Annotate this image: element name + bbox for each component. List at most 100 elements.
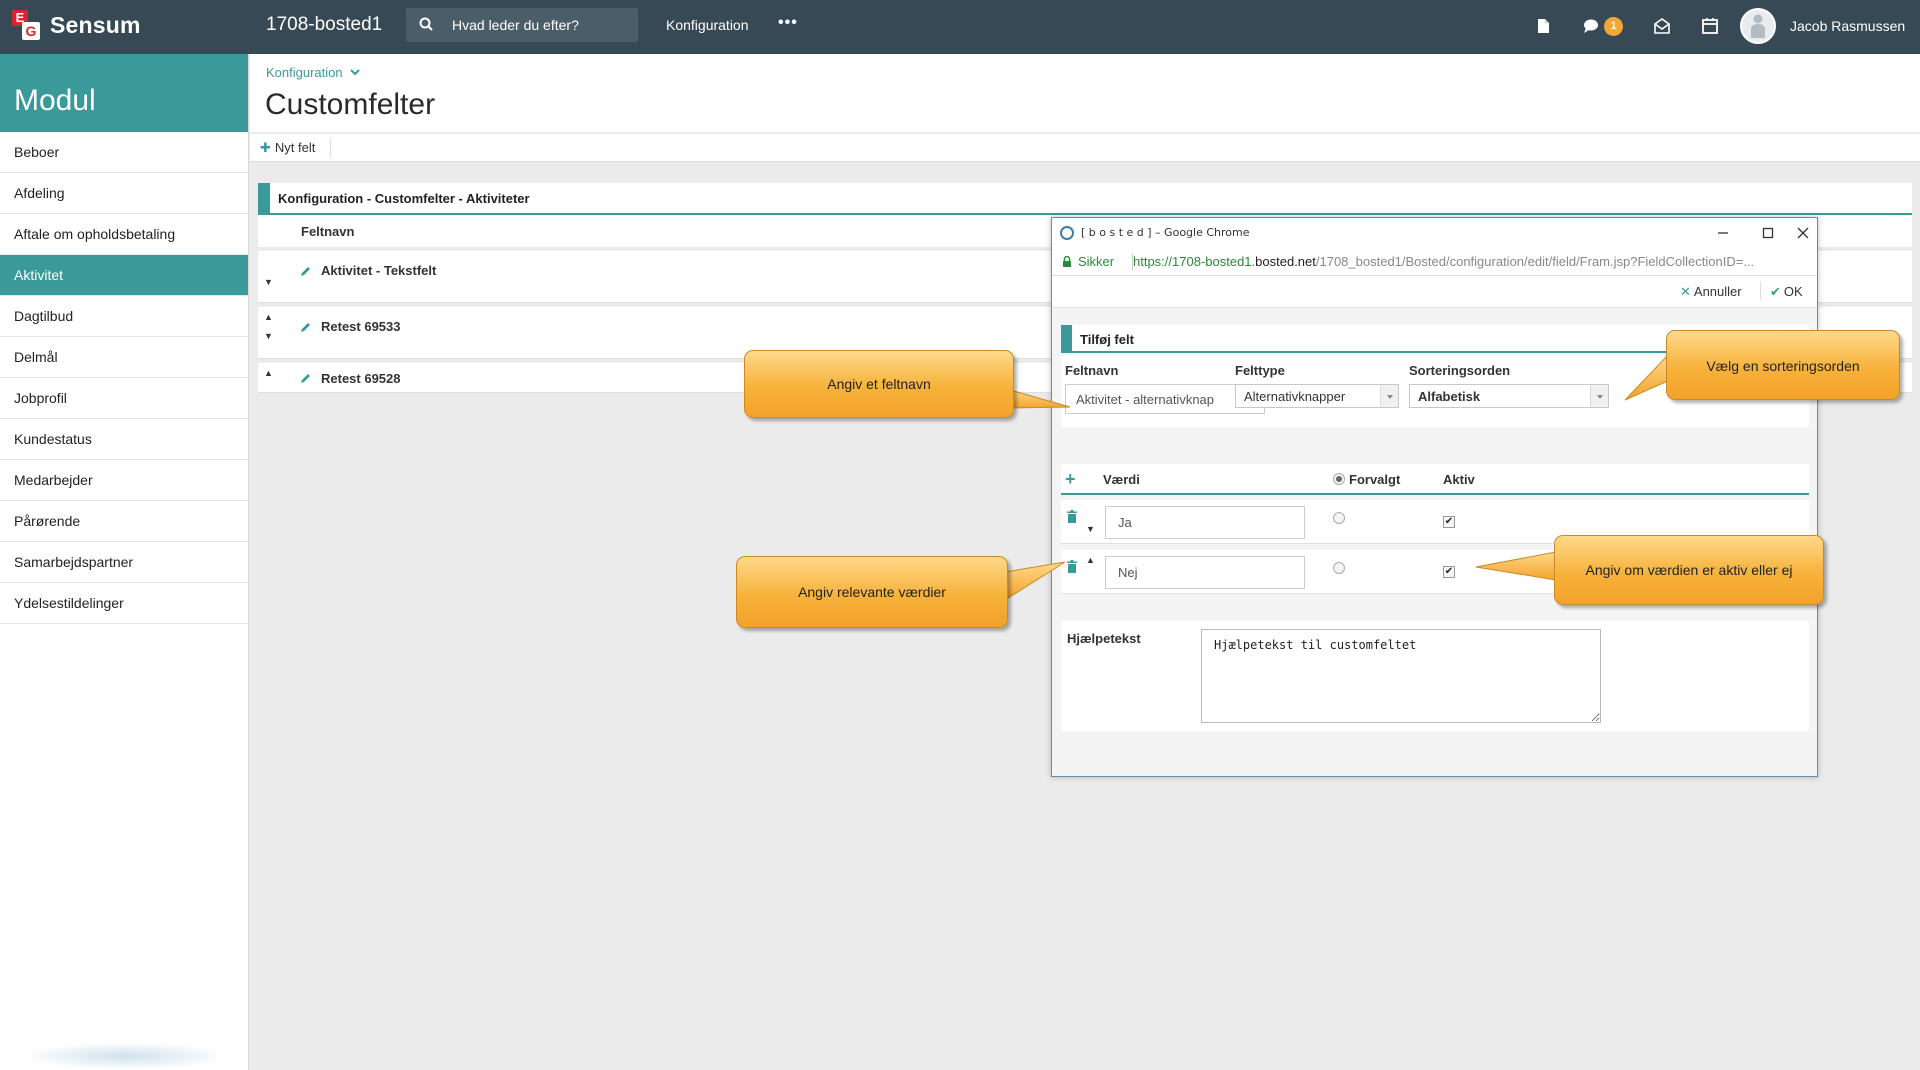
minimize-icon[interactable] xyxy=(1712,222,1734,244)
page-title: Customfelter xyxy=(265,88,436,121)
sidebar-item-delmaal[interactable]: Delmål xyxy=(0,337,248,378)
sidebar-item-dagtilbud[interactable]: Dagtilbud xyxy=(0,296,248,337)
sidebar-item-afdeling[interactable]: Afdeling xyxy=(0,173,248,214)
sidebar-item-kundestatus[interactable]: Kundestatus xyxy=(0,419,248,460)
trash-icon[interactable] xyxy=(1066,510,1078,523)
user-avatar[interactable] xyxy=(1740,8,1776,44)
label-hjaelpetekst: Hjælpetekst xyxy=(1067,631,1141,646)
panel-title: Konfiguration - Customfelter - Aktivitet… xyxy=(258,183,1912,215)
breadcrumb[interactable]: Konfiguration xyxy=(266,65,360,80)
sidebar-item-aktivitet[interactable]: Aktivitet xyxy=(0,255,248,296)
active-checkbox[interactable]: ✔ xyxy=(1443,566,1455,578)
callout-aktiv-text: Angiv om værdien er aktiv eller ej xyxy=(1585,562,1793,578)
breadcrumb-label: Konfiguration xyxy=(266,65,343,80)
callout-vaerdier: Angiv relevante værdier xyxy=(736,556,1008,628)
action-divider xyxy=(1760,282,1761,300)
value-input[interactable] xyxy=(1105,506,1305,539)
mail-icon[interactable] xyxy=(1651,15,1673,37)
page-header: Konfiguration Customfelter xyxy=(250,54,1920,132)
sortering-select[interactable]: Alfabetisk xyxy=(1409,384,1609,408)
sidebar-glow xyxy=(20,1042,230,1070)
popup-actions: ✕ Annuller ✔ OK xyxy=(1052,276,1817,308)
move-up-icon[interactable]: ▲ xyxy=(1086,555,1095,565)
row-label[interactable]: Aktivitet - Tekstfelt xyxy=(321,263,436,278)
sidebar: Modul Beboer Afdeling Aftale om opholdsb… xyxy=(0,54,249,1070)
callout-feltnavn-text: Angiv et feltnavn xyxy=(827,376,931,392)
nav-configuration[interactable]: Konfiguration xyxy=(666,17,749,33)
active-checkbox[interactable]: ✔ xyxy=(1443,516,1455,528)
pencil-icon[interactable] xyxy=(300,265,312,277)
ok-label: OK xyxy=(1783,284,1803,299)
logo[interactable]: E G Sensum xyxy=(12,10,141,40)
sidebar-item-jobprofil[interactable]: Jobprofil xyxy=(0,378,248,419)
callout-sortering-text: Vælg en sorteringsorden xyxy=(1706,358,1860,374)
row-label[interactable]: Retest 69528 xyxy=(321,371,401,386)
browser-popup: [ b o s t e d ] – Google Chrome Sikker h… xyxy=(1051,217,1818,777)
sidebar-item-samarbejdspartner[interactable]: Samarbejdspartner xyxy=(0,542,248,583)
chevron-down-icon xyxy=(350,69,360,76)
move-down-icon[interactable]: ▼ xyxy=(264,331,273,341)
chat-badge: 1 xyxy=(1604,17,1623,36)
url-text[interactable]: https://1708-bosted1.bosted.net/1708_bos… xyxy=(1133,254,1813,269)
callout-sortering: Vælg en sorteringsorden xyxy=(1666,330,1900,400)
pencil-icon[interactable] xyxy=(300,321,312,333)
row-label[interactable]: Retest 69533 xyxy=(321,319,401,334)
new-field-label: Nyt felt xyxy=(274,140,316,155)
help-textarea[interactable]: Hjælpetekst til customfeltet xyxy=(1201,629,1601,723)
default-radio[interactable] xyxy=(1333,562,1345,574)
label-feltnavn: Feltnavn xyxy=(1065,363,1119,378)
new-field-button[interactable]: ✚ Nyt felt xyxy=(260,140,315,156)
lock-icon xyxy=(1063,256,1071,267)
sidebar-item-paaroerende[interactable]: Pårørende xyxy=(0,501,248,542)
address-bar[interactable]: Sikker https://1708-bosted1.bosted.net/1… xyxy=(1052,248,1817,276)
forvalgt-header-radio[interactable] xyxy=(1333,473,1345,485)
sidebar-item-ydelsestildelinger[interactable]: Ydelsestildelinger xyxy=(0,583,248,624)
move-up-icon[interactable]: ▲ xyxy=(264,368,273,378)
user-name[interactable]: Jacob Rasmussen xyxy=(1790,18,1905,34)
ok-button[interactable]: ✔ OK xyxy=(1770,284,1803,300)
label-aktiv: Aktiv xyxy=(1443,472,1475,487)
close-icon[interactable] xyxy=(1792,222,1814,244)
cancel-button[interactable]: ✕ Annuller xyxy=(1680,284,1742,300)
chat-icon[interactable] xyxy=(1580,15,1602,37)
label-forvalgt: Forvalgt xyxy=(1349,472,1401,487)
label-felttype: Felttype xyxy=(1235,363,1285,378)
toolbar: ✚ Nyt felt xyxy=(250,134,1920,162)
felttype-value: Alternativknapper xyxy=(1244,389,1346,404)
checkmark-icon: ✔ xyxy=(1770,284,1781,299)
sidebar-item-beboer[interactable]: Beboer xyxy=(0,132,248,173)
add-value-icon[interactable]: + xyxy=(1065,469,1076,490)
secure-label: Sikker xyxy=(1078,254,1115,269)
search-input[interactable] xyxy=(452,8,632,42)
help-section: Hjælpetekst Hjælpetekst til customfeltet xyxy=(1061,621,1809,731)
move-down-icon[interactable]: ▼ xyxy=(264,277,273,287)
move-down-icon[interactable]: ▼ xyxy=(1086,524,1095,534)
search-icon[interactable] xyxy=(418,16,436,34)
maximize-icon[interactable] xyxy=(1757,222,1779,244)
logo-mark-g: G xyxy=(22,22,40,40)
callout-feltnavn: Angiv et feltnavn xyxy=(744,350,1014,418)
calendar-icon[interactable] xyxy=(1699,15,1721,37)
label-vaerdi: Værdi xyxy=(1103,472,1140,487)
sidebar-item-aftale[interactable]: Aftale om opholdsbetaling xyxy=(0,214,248,255)
default-radio[interactable] xyxy=(1333,512,1345,524)
eg-logo-icon: E G xyxy=(12,10,42,40)
pencil-icon[interactable] xyxy=(300,372,312,384)
dropdown-caret-icon xyxy=(1590,385,1608,407)
values-header: + Værdi Forvalgt Aktiv xyxy=(1061,464,1809,495)
trash-icon[interactable] xyxy=(1066,560,1078,573)
document-icon[interactable] xyxy=(1532,15,1554,37)
callout-vaerdier-text: Angiv relevante værdier xyxy=(798,584,946,600)
move-up-icon[interactable]: ▲ xyxy=(264,312,273,322)
url-path: /1708_bosted1/Bosted/configuration/edit/… xyxy=(1315,254,1755,269)
felttype-select[interactable]: Alternativknapper xyxy=(1235,384,1399,408)
more-menu-icon[interactable]: ••• xyxy=(778,14,798,32)
person-icon xyxy=(1751,14,1765,38)
callout-aktiv: Angiv om værdien er aktiv eller ej xyxy=(1554,535,1824,605)
sidebar-item-medarbejder[interactable]: Medarbejder xyxy=(0,460,248,501)
site-name[interactable]: 1708-bosted1 xyxy=(266,14,382,36)
value-input[interactable] xyxy=(1105,556,1305,589)
logo-text: Sensum xyxy=(50,11,141,38)
toolbar-divider xyxy=(330,138,331,158)
chrome-favicon-icon xyxy=(1060,226,1074,240)
